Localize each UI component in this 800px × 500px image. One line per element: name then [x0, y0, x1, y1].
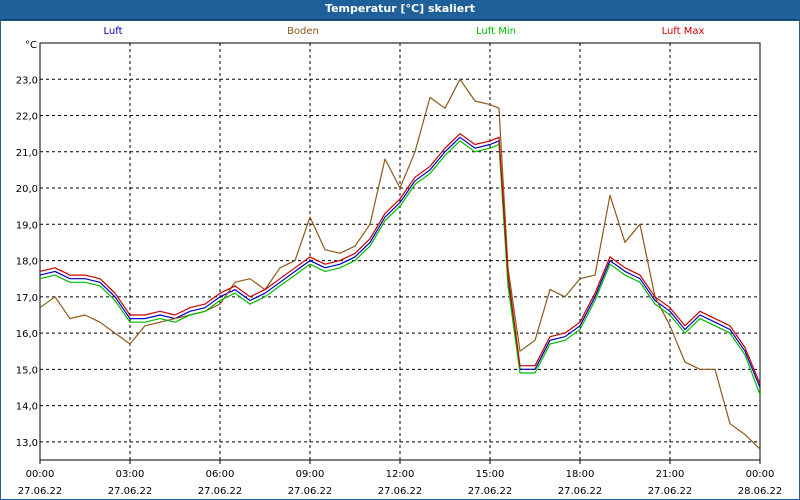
x-tick-date: 27.06.22: [558, 486, 603, 497]
temperature-chart: Luft Boden Luft Min Luft Max 13,0 14,0 15,0 16…: [16, 26, 783, 497]
x-tick-date: 27.06.22: [108, 486, 153, 497]
x-tick-date: 27.06.22: [18, 486, 63, 497]
legend-entry: Luft: [104, 26, 123, 37]
y-tick-label: 22,0: [16, 112, 38, 123]
x-tick-time: 00:00: [26, 469, 55, 480]
y-tick-label: 17,0: [16, 293, 38, 304]
y-tick-label: 23,0: [16, 75, 38, 86]
x-tick-time: 18:00: [566, 469, 595, 480]
legend-entry: Luft Max: [662, 26, 705, 37]
y-tick-label: 14,0: [16, 402, 38, 413]
y-axis: 13,0 14,0 15,0 16,0 17,0 18,0 19,0 20,0 21,0 22,0…: [16, 40, 38, 449]
x-tick-time: 09:00: [296, 469, 325, 480]
x-tick-time: 15:00: [476, 469, 505, 480]
x-tick-date: 27.06.22: [288, 486, 333, 497]
x-tick-time: 21:00: [656, 469, 685, 480]
y-tick-label: 21,0: [16, 148, 38, 159]
y-tick-label: 19,0: [16, 220, 38, 231]
x-tick-time: 06:00: [206, 469, 235, 480]
legend-entry: Boden: [287, 26, 319, 37]
y-tick-label: 16,0: [16, 329, 38, 340]
x-tick-time: 12:00: [386, 469, 415, 480]
x-tick-date: 27.06.22: [468, 486, 513, 497]
x-tick-time: 00:00: [746, 469, 775, 480]
y-tick-label: 20,0: [16, 184, 38, 195]
y-tick-label: 18,0: [16, 257, 38, 268]
x-tick-date: 28.06.22: [738, 486, 783, 497]
y-axis-unit: °C: [25, 40, 37, 51]
legend-entry: Luft Min: [476, 26, 516, 37]
x-tick-time: 03:00: [116, 469, 145, 480]
x-tick-date: 27.06.22: [198, 486, 243, 497]
x-tick-date: 27.06.22: [648, 486, 693, 497]
y-tick-label: 15,0: [16, 365, 38, 376]
x-tick-date: 27.06.22: [378, 486, 423, 497]
x-axis: 00:00 27.06.22 03:00 27.06.22 06:00 27.06.22 0…: [18, 460, 783, 497]
chart-legend: Luft Boden Luft Min Luft Max: [104, 26, 705, 37]
y-tick-label: 13,0: [16, 438, 38, 449]
